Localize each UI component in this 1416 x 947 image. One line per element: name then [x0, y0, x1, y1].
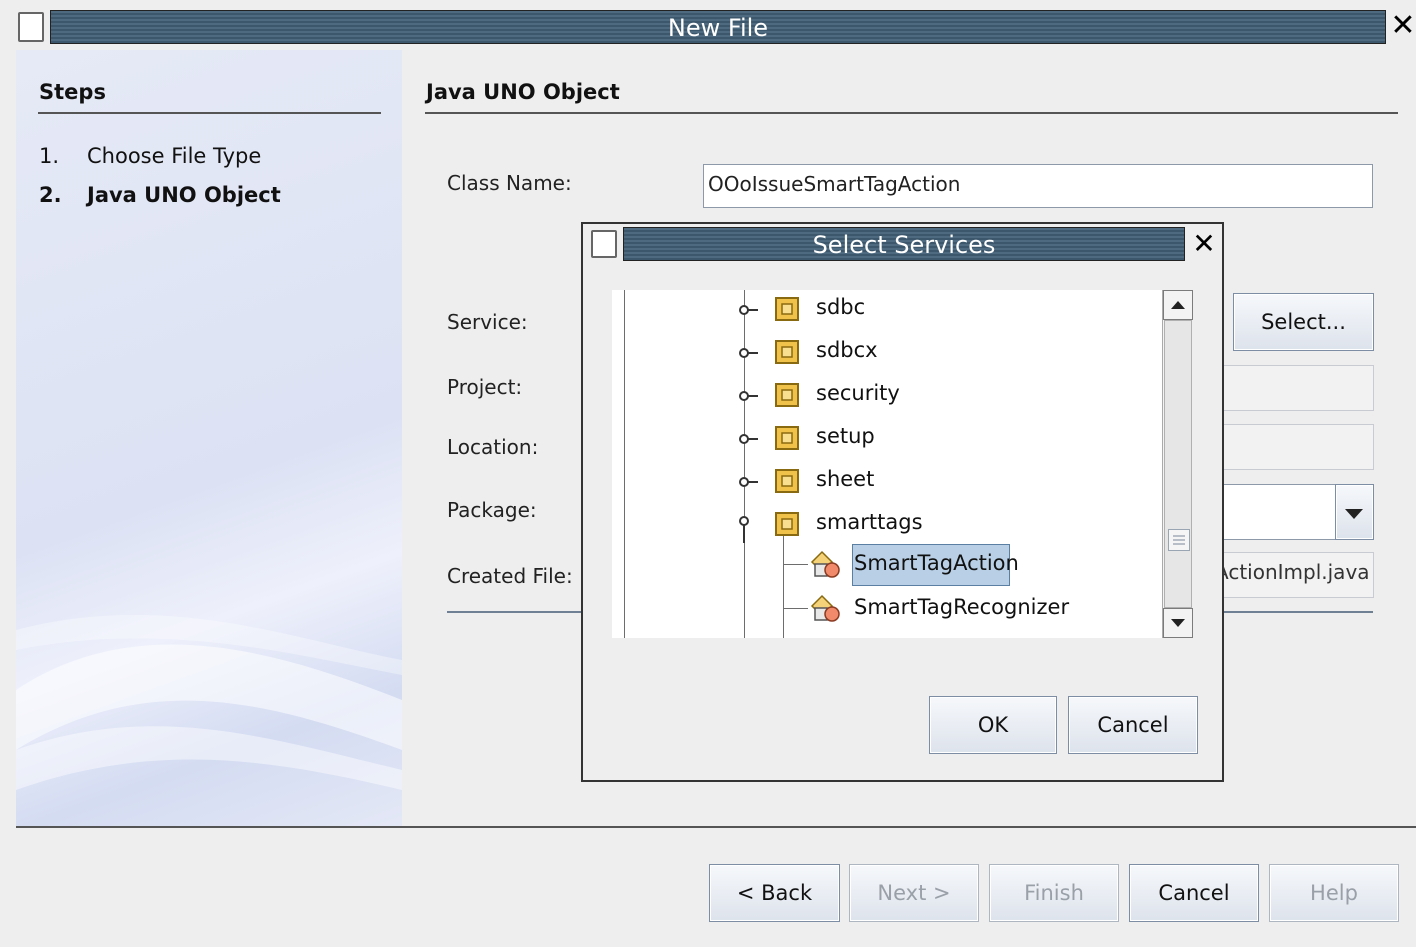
arrow-up-icon	[1171, 301, 1185, 309]
service-label: Service:	[447, 310, 528, 334]
location-label: Location:	[447, 435, 539, 459]
window-title: New File	[667, 14, 769, 42]
package-icon	[775, 340, 799, 364]
tree-node-label: sdbcx	[816, 338, 878, 362]
arrow-down-icon	[1171, 619, 1185, 627]
steps-panel: Steps 1. Choose File Type 2. Java UNO Ob…	[16, 50, 402, 828]
tree-node-label: smarttags	[816, 510, 923, 534]
tree-connector	[784, 564, 808, 565]
collapsed-handle-icon	[739, 391, 758, 401]
collapsed-handle-icon	[739, 477, 758, 487]
tree-node-label: setup	[816, 424, 875, 448]
tree-guide	[783, 530, 784, 638]
step-java-uno-object: Java UNO Object	[87, 183, 281, 207]
dialog-close-icon[interactable]: ✕	[1189, 226, 1219, 262]
window-icon	[18, 12, 44, 42]
package-label: Package:	[447, 498, 537, 522]
created-file-value: ActionImpl.java	[1215, 560, 1370, 584]
package-icon	[775, 426, 799, 450]
steps-divider	[38, 112, 381, 114]
tree-node-label: SmartTagRecognizer	[854, 595, 1070, 619]
location-field	[1210, 424, 1374, 470]
expanded-handle-icon	[739, 516, 749, 543]
service-icon	[810, 594, 840, 622]
dialog-icon	[591, 230, 617, 258]
form-heading: Java UNO Object	[426, 80, 620, 104]
select-services-dialog: Select Services ✕ sdbc sdbcx security se…	[581, 222, 1224, 782]
package-icon	[775, 512, 799, 536]
select-service-button[interactable]: Select...	[1233, 293, 1374, 351]
chevron-down-icon	[1345, 509, 1363, 519]
dialog-cancel-button[interactable]: Cancel	[1068, 696, 1198, 754]
package-icon	[775, 297, 799, 321]
project-label: Project:	[447, 375, 523, 399]
close-icon[interactable]: ✕	[1390, 8, 1416, 44]
footer-divider	[16, 826, 1416, 828]
grip-icon	[1168, 529, 1190, 551]
tree-connector	[784, 608, 808, 609]
tree-node-label: sdbc	[816, 295, 866, 319]
created-file-field: ActionImpl.java	[1210, 552, 1374, 598]
tree-node-label: security	[816, 381, 900, 405]
services-tree[interactable]: sdbc sdbcx security setup sheet smarttag…	[612, 290, 1192, 638]
scroll-thumb[interactable]	[1164, 320, 1192, 608]
window-title-bar[interactable]: New File	[50, 10, 1386, 44]
package-icon	[775, 469, 799, 493]
scroll-down-button[interactable]	[1163, 608, 1193, 638]
step-number: 2.	[39, 183, 62, 207]
tree-node-label: sheet	[816, 467, 875, 491]
scroll-up-button[interactable]	[1163, 290, 1193, 320]
service-icon	[810, 550, 840, 578]
heading-divider	[425, 112, 1398, 114]
package-dropdown-button[interactable]	[1335, 484, 1374, 540]
next-button[interactable]: Next >	[849, 864, 979, 922]
tree-scrollbar[interactable]	[1162, 290, 1193, 638]
cancel-button[interactable]: Cancel	[1129, 864, 1259, 922]
tree-guide	[624, 290, 625, 638]
ok-button[interactable]: OK	[929, 696, 1057, 754]
tree-node-label: SmartTagAction	[854, 551, 1019, 575]
back-button[interactable]: < Back	[709, 864, 840, 922]
dialog-title-bar[interactable]: Select Services	[623, 227, 1185, 261]
project-field	[1210, 365, 1374, 411]
package-icon	[775, 383, 799, 407]
step-choose-file-type: Choose File Type	[87, 144, 262, 168]
step-number: 1.	[39, 144, 60, 168]
help-button[interactable]: Help	[1269, 864, 1399, 922]
finish-button[interactable]: Finish	[989, 864, 1119, 922]
collapsed-handle-icon	[739, 434, 758, 444]
steps-title: Steps	[39, 80, 106, 104]
dialog-title: Select Services	[812, 231, 996, 259]
class-name-label: Class Name:	[447, 171, 572, 195]
collapsed-handle-icon	[739, 305, 758, 315]
created-file-label: Created File:	[447, 564, 573, 588]
collapsed-handle-icon	[739, 348, 758, 358]
class-name-field[interactable]: OOoIssueSmartTagAction	[703, 164, 1373, 208]
